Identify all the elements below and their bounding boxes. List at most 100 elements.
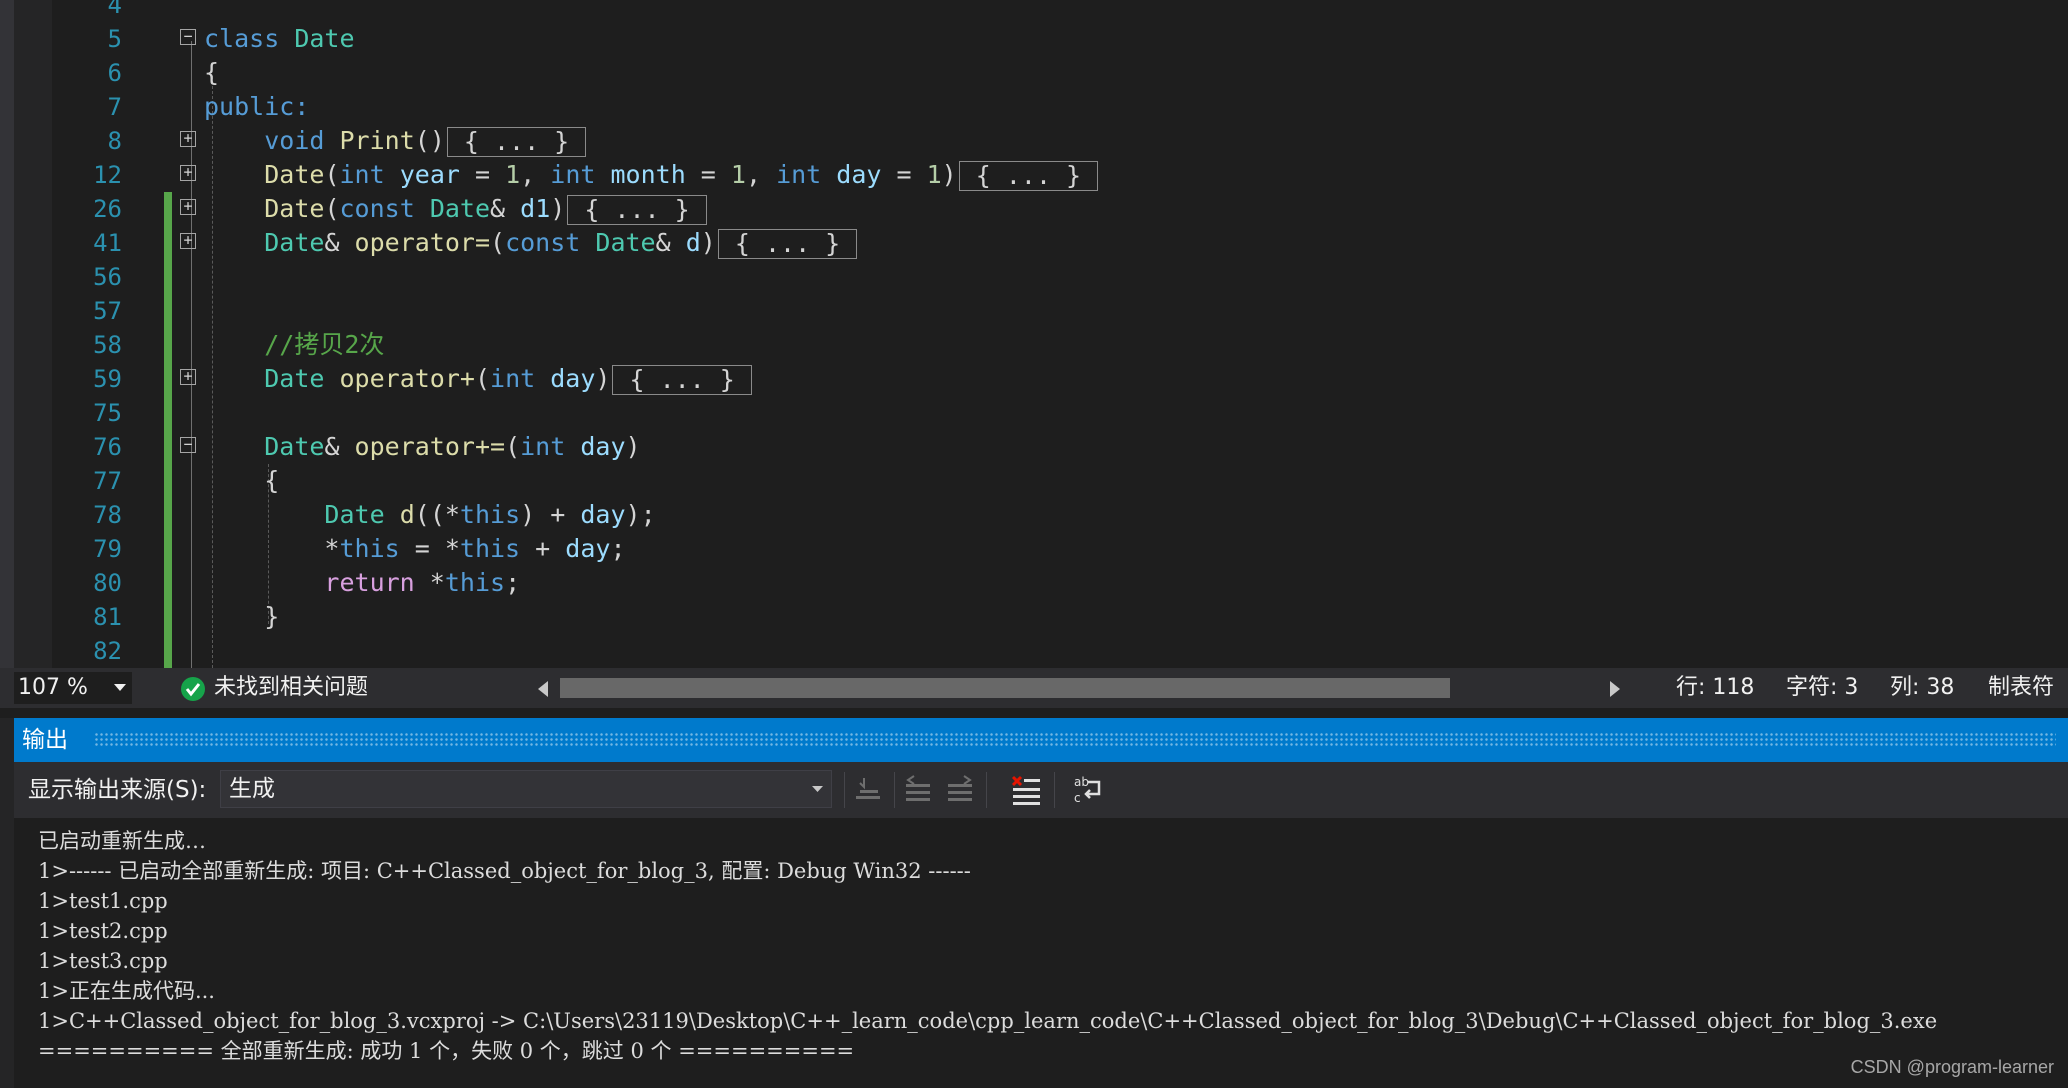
code-line: 12 + Date(int year = 1, int month = 1, i…: [0, 158, 2068, 192]
code-line: 82: [0, 634, 2068, 668]
code-line: 58 //拷贝2次: [0, 328, 2068, 362]
expand-icon[interactable]: +: [180, 131, 196, 147]
line-number: 80: [93, 569, 122, 597]
clear-all-icon[interactable]: [1010, 774, 1042, 806]
issues-status[interactable]: 未找到相关问题: [214, 668, 368, 708]
token-number: 1: [505, 160, 521, 189]
expand-icon[interactable]: +: [180, 199, 196, 215]
line-number: 75: [93, 399, 122, 427]
scroll-right-icon[interactable]: [1610, 681, 1620, 697]
token-type: Date: [264, 432, 325, 461]
line-number: 78: [93, 501, 122, 529]
token-keyword: void: [264, 126, 325, 155]
tab-indicator[interactable]: 制表符: [1988, 668, 2054, 708]
output-line: 已启动重新生成…: [38, 829, 206, 853]
token-param: day: [550, 364, 596, 393]
line-number: 81: [93, 603, 122, 631]
source-label: 显示输出来源(S):: [28, 777, 207, 803]
row-indicator[interactable]: 行: 118: [1676, 668, 1754, 708]
find-in-output-icon[interactable]: [852, 774, 884, 806]
code-editor[interactable]: 4 5 − class Date 6 { 7 public: 8 + void …: [0, 0, 2068, 668]
code-text: class Date: [204, 22, 355, 56]
scroll-left-icon[interactable]: [538, 681, 548, 697]
code-text: //拷贝2次: [204, 328, 384, 362]
collapse-icon[interactable]: −: [180, 437, 196, 453]
token-keyword: int: [339, 160, 385, 189]
token-variable: d: [399, 500, 415, 529]
token-param: day: [580, 432, 626, 461]
token-param: d1: [520, 194, 551, 223]
token-keyword: this: [339, 534, 400, 563]
collapsed-block[interactable]: { ... }: [612, 365, 752, 395]
token-punct: }: [264, 602, 280, 631]
output-line: 1>test2.cpp: [38, 919, 168, 943]
line-number: 6: [107, 59, 122, 87]
char-indicator[interactable]: 字符: 3: [1786, 668, 1858, 708]
token-keyword: this: [444, 568, 506, 597]
change-marker: [164, 600, 172, 634]
code-text: {: [204, 56, 219, 90]
token-type: Date: [324, 500, 385, 529]
output-panel: 输出 显示输出来源(S): 生成 ab c 已启动重新生成… 1>------ …: [0, 718, 2068, 1088]
change-marker: [164, 634, 172, 668]
next-message-icon[interactable]: [944, 774, 976, 806]
output-panel-header[interactable]: 输出: [14, 718, 2068, 762]
line-number: 7: [107, 93, 122, 121]
drag-grip[interactable]: [94, 732, 2056, 746]
expand-icon[interactable]: +: [180, 165, 196, 181]
chevron-down-icon: [114, 684, 126, 691]
collapsed-block[interactable]: { ... }: [567, 195, 707, 225]
token-param: d: [685, 228, 701, 257]
collapsed-block[interactable]: { ... }: [958, 161, 1099, 191]
token-type: Date: [429, 194, 491, 223]
code-line: 26 + Date(const Date& d1){ ... }: [0, 192, 2068, 226]
zoom-dropdown[interactable]: 107 %: [14, 672, 132, 704]
collapse-icon[interactable]: −: [180, 29, 196, 45]
token-keyword: int: [550, 160, 596, 189]
code-text: public:: [204, 90, 309, 124]
svg-text:ab: ab: [1074, 775, 1089, 789]
collapsed-block[interactable]: { ... }: [446, 127, 587, 157]
change-marker: [164, 532, 172, 566]
collapsed-block[interactable]: { ... }: [717, 229, 858, 259]
change-marker: [164, 294, 172, 328]
code-text: }: [204, 600, 279, 634]
output-toolbar: 显示输出来源(S): 生成 ab c: [14, 762, 2068, 818]
change-marker: [164, 464, 172, 498]
word-wrap-icon[interactable]: ab c: [1072, 774, 1104, 806]
change-marker: [164, 362, 172, 396]
svg-text:c: c: [1074, 791, 1081, 805]
code-line: 41 + Date& operator=(const Date& d){ ...…: [0, 226, 2068, 260]
output-line: 1>test3.cpp: [38, 949, 168, 973]
previous-message-icon[interactable]: [902, 774, 934, 806]
code-text: Date& operator=(const Date& d){ ... }: [204, 226, 858, 260]
token-function: operator+: [339, 364, 475, 393]
code-line: 56: [0, 260, 2068, 294]
token-comment: //拷贝2次: [264, 330, 385, 359]
token-keyword: this: [459, 534, 521, 563]
toolbar-separator: [986, 772, 987, 808]
code-line: 76 − Date& operator+=(int day): [0, 430, 2068, 464]
scrollbar-thumb[interactable]: [560, 678, 1450, 698]
expand-icon[interactable]: +: [180, 233, 196, 249]
change-marker: [164, 226, 172, 260]
token-type: Date: [294, 24, 355, 53]
token-keyword: class: [204, 24, 280, 53]
output-source-select[interactable]: 生成: [220, 770, 832, 808]
code-text: Date operator+(int day){ ... }: [204, 362, 752, 396]
expand-icon[interactable]: +: [180, 369, 196, 385]
output-text-area[interactable]: 已启动重新生成… 1>------ 已启动全部重新生成: 项目: C++Clas…: [14, 818, 2068, 1088]
token-function: Date: [264, 194, 325, 223]
output-line: 1>C++Classed_object_for_blog_3.vcxproj -…: [38, 1009, 1938, 1033]
code-text: Date d((*this) + day);: [324, 500, 656, 529]
col-indicator[interactable]: 列: 38: [1890, 668, 1954, 708]
token-punct: {: [204, 58, 220, 87]
output-line: ========== 全部重新生成: 成功 1 个，失败 0 个，跳过 0 个 …: [38, 1039, 855, 1063]
change-marker: [164, 260, 172, 294]
token-keyword: this: [459, 500, 521, 529]
horizontal-scrollbar[interactable]: [560, 678, 1596, 698]
check-circle-icon: [181, 677, 205, 701]
source-value: 生成: [229, 776, 275, 802]
token-type: Date: [595, 228, 656, 257]
code-line: 79 *this = *this + day;: [0, 532, 2068, 566]
